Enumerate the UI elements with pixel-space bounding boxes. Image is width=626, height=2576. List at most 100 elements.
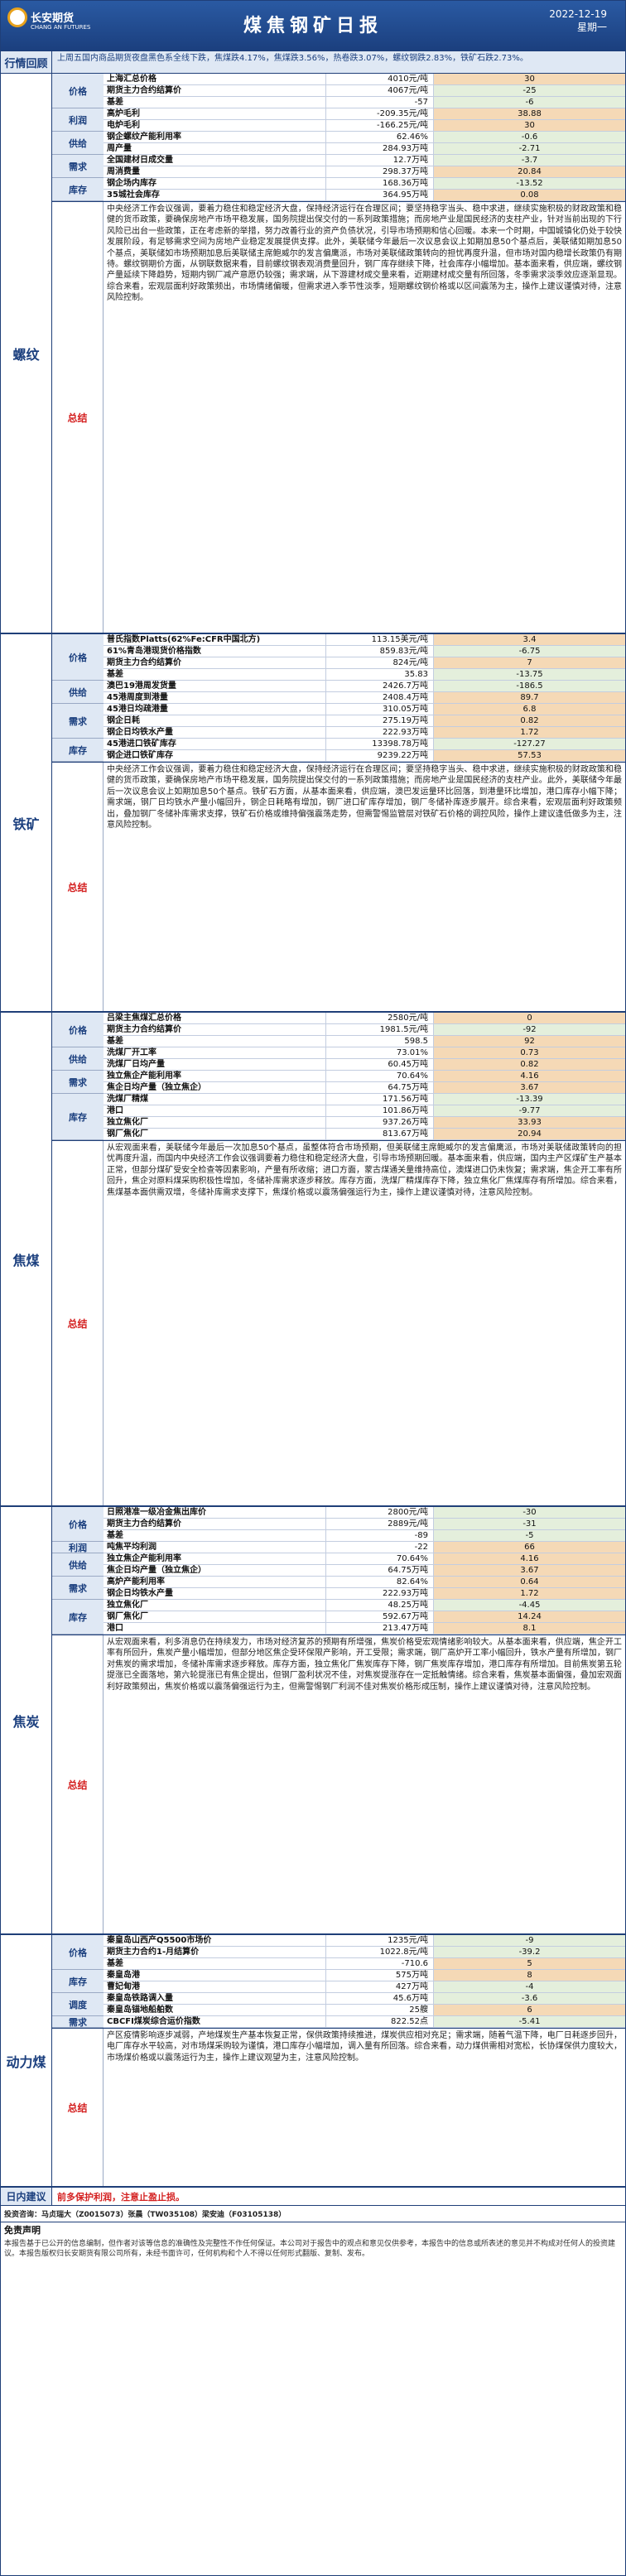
indicator-value: 113.15美元/吨 bbox=[325, 634, 433, 645]
category-rows: 高炉毛利 -209.35元/吨 38.88 电炉毛利 -166.25元/吨 30 bbox=[104, 108, 625, 132]
indicator-change: 30 bbox=[433, 74, 625, 84]
category-group: 供给 钢企螺纹产能利用率 62.46% -0.6 周产量 284.93万吨 -2.71 bbox=[52, 132, 625, 155]
indicator-change: 0.73 bbox=[433, 1047, 625, 1058]
indicator-name: 35城社会库存 bbox=[107, 190, 160, 200]
indicator-name: 45港进口铁矿库存 bbox=[107, 739, 176, 749]
category-group: 需求 CBCFI煤炭综合运价指数 822.52点 -5.41 bbox=[52, 2016, 625, 2028]
data-row: 独立焦企产能利用率 70.64% 4.16 bbox=[104, 1071, 625, 1082]
indicator-name: 周产量 bbox=[107, 144, 132, 153]
indicator-change: 8.1 bbox=[433, 1623, 625, 1634]
indicator-change: 6.8 bbox=[433, 704, 625, 715]
category-rows: 秦皇岛港 575万吨 8 曹妃甸港 427万吨 -4 bbox=[104, 1970, 625, 1993]
data-row: 钢企场内库存 168.36万吨 -13.52 bbox=[104, 178, 625, 190]
indicator-name: 焦企日均产量（独立焦企） bbox=[107, 1083, 206, 1092]
indicator-name: 基差 bbox=[107, 670, 123, 679]
indicator-name: 洗煤厂精煤 bbox=[107, 1095, 148, 1104]
indicator-change: 14.24 bbox=[433, 1611, 625, 1622]
indicator-change: 3.67 bbox=[433, 1565, 625, 1576]
indicator-name: 洗煤厂开工率 bbox=[107, 1048, 156, 1057]
indicator-value: 859.83元/吨 bbox=[325, 646, 433, 657]
indicator-change: 0 bbox=[433, 1013, 625, 1023]
indicator-change: 0.82 bbox=[433, 715, 625, 726]
data-row: 全国建材日成交量 12.7万吨 -3.7 bbox=[104, 155, 625, 166]
disclaimer-title: 免责声明 bbox=[4, 2225, 41, 2236]
category-group: 价格 上海汇总价格 4010元/吨 30 期货主力合约结算价 4067元/吨 -25 基差 -5… bbox=[52, 74, 625, 108]
indicator-value: 70.64% bbox=[325, 1553, 433, 1564]
indicator-value: 222.93万吨 bbox=[325, 727, 433, 738]
category-rows: 独立焦化厂 48.25万吨 -4.45 钢厂焦化厂 592.67万吨 14.24 港口 213… bbox=[104, 1600, 625, 1635]
category-group: 需求 高炉产能利用率 82.64% 0.64 钢企日均铁水产量 222.93万吨 1.72 bbox=[52, 1577, 625, 1600]
indicator-change: 4.16 bbox=[433, 1071, 625, 1081]
data-row: 洗煤厂日均产量 60.45万吨 0.82 bbox=[104, 1059, 625, 1071]
data-row: 秦皇岛山西产Q5500市场价 1235元/吨 -9 bbox=[104, 1935, 625, 1947]
summary-label: 总结 bbox=[52, 763, 104, 1011]
indicator-change: -186.5 bbox=[433, 681, 625, 691]
indicator-name: 秦皇岛锚地船舶数 bbox=[107, 2005, 173, 2015]
indicator-value: 64.75万吨 bbox=[325, 1565, 433, 1576]
category-label: 价格 bbox=[52, 74, 104, 108]
section-name: 螺纹 bbox=[1, 74, 52, 633]
indicator-change: -6.75 bbox=[433, 646, 625, 657]
indicator-name: 曹妃甸港 bbox=[107, 1982, 140, 1991]
indicator-value: 45.6万吨 bbox=[325, 1993, 433, 2004]
report-date: 2022-12-19 星期一 bbox=[549, 7, 607, 34]
indicator-change: 66 bbox=[433, 1542, 625, 1553]
data-row: 秦皇岛港 575万吨 8 bbox=[104, 1970, 625, 1981]
indicator-change: 8 bbox=[433, 1970, 625, 1981]
indicator-value: 4010元/吨 bbox=[325, 74, 433, 84]
data-row: 基差 35.83 -13.75 bbox=[104, 669, 625, 681]
category-group: 调度 秦皇岛铁路调入量 45.6万吨 -3.6 秦皇岛锚地船舶数 25艘 6 bbox=[52, 1993, 625, 2016]
indicator-change: 92 bbox=[433, 1036, 625, 1047]
indicator-change: 33.93 bbox=[433, 1117, 625, 1128]
data-row: 钢企日耗 275.19万吨 0.82 bbox=[104, 715, 625, 727]
indicator-name: 澳巴19港周发货量 bbox=[107, 681, 176, 691]
category-group: 库存 秦皇岛港 575万吨 8 曹妃甸港 427万吨 -4 bbox=[52, 1970, 625, 1993]
data-row: 普氏指数Platts(62%Fe:CFR中国北方) 113.15美元/吨 3.4 bbox=[104, 634, 625, 646]
indicator-name: CBCFI煤炭综合运价指数 bbox=[107, 2017, 200, 2026]
indicator-change: -13.75 bbox=[433, 669, 625, 680]
summary-text: 从宏观面来看，美联储今年最后一次加息50个基点，虽整体符合市场预期，但美联储主席… bbox=[107, 1144, 622, 1197]
indicator-change: 3.67 bbox=[433, 1082, 625, 1093]
category-group: 价格 吕梁主焦煤汇总价格 2580元/吨 0 期货主力合约结算价 1981.5元/吨 -92… bbox=[52, 1013, 625, 1047]
section-summary: 总结 从宏观面来看，美联储今年最后一次加息50个基点，虽整体符合市场预期，但美联储… bbox=[52, 1140, 625, 1505]
indicator-name: 上海汇总价格 bbox=[107, 75, 156, 84]
category-rows: 高炉产能利用率 82.64% 0.64 钢企日均铁水产量 222.93万吨 1.72 bbox=[104, 1577, 625, 1600]
data-row: 期货主力合约结算价 2889元/吨 -31 bbox=[104, 1519, 625, 1530]
category-group: 需求 独立焦企产能利用率 70.64% 4.16 焦企日均产量（独立焦企） 64.75万吨… bbox=[52, 1071, 625, 1094]
category-rows: 钢企螺纹产能利用率 62.46% -0.6 周产量 284.93万吨 -2.71 bbox=[104, 132, 625, 155]
summary-text: 从宏观面来看，利多消息仍在持续发力，市场对经济复苏的预期有所增强，焦炭价格受宏观… bbox=[107, 1638, 622, 1692]
indicator-value: 4067元/吨 bbox=[325, 85, 433, 96]
category-label: 供给 bbox=[52, 681, 104, 704]
category-rows: 独立焦企产能利用率 70.64% 4.16 焦企日均产量（独立焦企） 64.75万吨 3.… bbox=[104, 1553, 625, 1577]
indicator-value: 101.86万吨 bbox=[325, 1105, 433, 1116]
indicator-value: -209.35元/吨 bbox=[325, 108, 433, 119]
indicator-value: 1981.5元/吨 bbox=[325, 1024, 433, 1035]
indicator-change: 30 bbox=[433, 120, 625, 131]
indicator-value: 73.01% bbox=[325, 1047, 433, 1058]
indicator-change: 38.88 bbox=[433, 108, 625, 119]
indicator-name: 基差 bbox=[107, 1037, 123, 1046]
indicator-value: 171.56万吨 bbox=[325, 1094, 433, 1105]
advice-label: 日内建议 bbox=[1, 2188, 52, 2205]
indicator-name: 期货主力合约结算价 bbox=[107, 1519, 181, 1529]
data-row: 钢企进口铁矿库存 9239.22万吨 57.53 bbox=[104, 750, 625, 762]
weekday-value: 星期一 bbox=[576, 22, 607, 33]
data-row: 独立焦企产能利用率 70.64% 4.16 bbox=[104, 1553, 625, 1565]
category-group: 供给 独立焦企产能利用率 70.64% 4.16 焦企日均产量（独立焦企） 64.75万吨… bbox=[52, 1553, 625, 1577]
category-rows: 秦皇岛山西产Q5500市场价 1235元/吨 -9 期货主力合约1-月结算价 1022.… bbox=[104, 1935, 625, 1970]
indicator-name: 钢厂焦化厂 bbox=[107, 1612, 148, 1621]
indicator-name: 电炉毛利 bbox=[107, 121, 140, 130]
category-label: 需求 bbox=[52, 1577, 104, 1600]
indicator-change: 3.4 bbox=[433, 634, 625, 645]
indicator-value: 64.75万吨 bbox=[325, 1082, 433, 1093]
data-row: 曹妃甸港 427万吨 -4 bbox=[104, 1981, 625, 1993]
section-body: 价格 吕梁主焦煤汇总价格 2580元/吨 0 期货主力合约结算价 1981.5元/吨 -92… bbox=[52, 1013, 625, 1505]
category-label: 价格 bbox=[52, 1013, 104, 1047]
section-2: 焦煤 价格 吕梁主焦煤汇总价格 2580元/吨 0 期货主力合约结算价 1981.5元/吨 -… bbox=[1, 1013, 625, 1507]
indicator-name: 吕梁主焦煤汇总价格 bbox=[107, 1014, 181, 1023]
indicator-change: -13.52 bbox=[433, 178, 625, 189]
indicator-value: 9239.22万吨 bbox=[325, 750, 433, 761]
summary-label: 总结 bbox=[52, 2029, 104, 2186]
indicator-name: 期货主力合约结算价 bbox=[107, 1025, 181, 1034]
category-group: 利润 吨焦平均利润 -22 66 bbox=[52, 1542, 625, 1553]
